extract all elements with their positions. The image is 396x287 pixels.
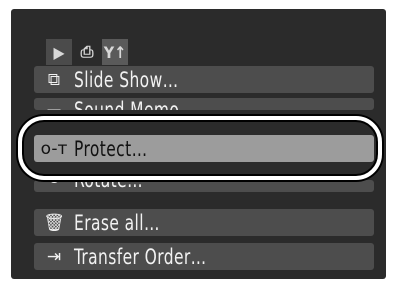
menu-item-rotate[interactable]: ↻ Rotate… (34, 180, 374, 192)
menu-item-sound-memo[interactable]: ▭ Sound Memo… (34, 98, 374, 110)
menu-item-label: Slide Show… (74, 67, 179, 92)
key-icon: o-т (40, 138, 68, 159)
menu-item-label: Rotate… (74, 180, 144, 192)
print-icon[interactable]: ⎙ (74, 39, 100, 65)
slideshow-icon: ⧉ (47, 69, 61, 90)
menu-item-label: Protect… (74, 136, 148, 161)
menu-item-label: Erase all… (74, 210, 160, 235)
settings-icon[interactable]: Y↑ (102, 39, 128, 65)
menu-item-protect[interactable]: o-т Protect… (34, 135, 374, 162)
menu-item-label: Transfer Order… (74, 244, 207, 269)
menu-item-slide-show[interactable]: ⧉ Slide Show… (34, 66, 374, 93)
rotate-icon: ↻ (34, 180, 74, 192)
play-icon[interactable]: ▶ (46, 39, 72, 65)
sound-memo-icon: ▭ (34, 98, 74, 111)
menu-item-label: Sound Memo… (74, 98, 196, 110)
transfer-icon: ⇥ (46, 246, 62, 267)
menu-item-transfer-order[interactable]: ⇥ Transfer Order… (34, 243, 374, 270)
menu-item-erase-all[interactable]: 🗑 Erase all… (34, 209, 374, 236)
trash-icon: 🗑 (43, 212, 65, 233)
